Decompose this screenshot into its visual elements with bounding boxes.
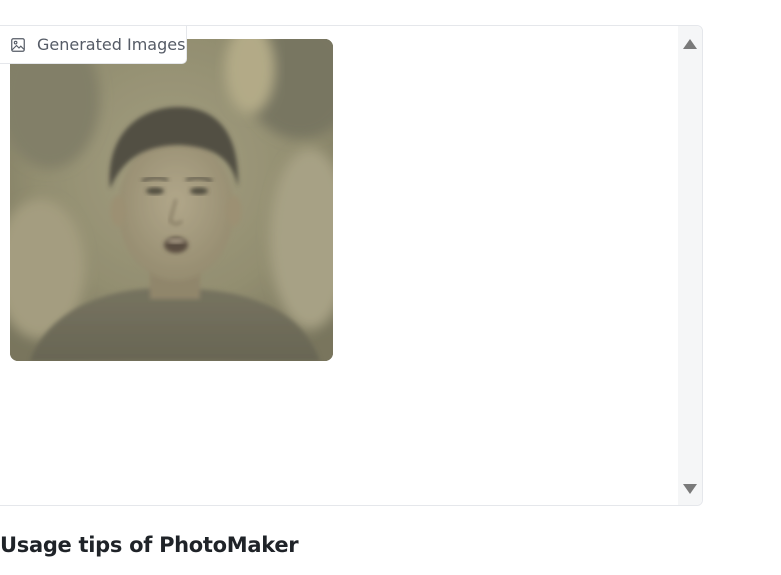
gallery-scrollbar[interactable] <box>678 26 702 505</box>
scroll-down-button[interactable] <box>682 483 698 495</box>
image-icon <box>11 37 25 52</box>
gallery-label: Generated Images <box>0 25 187 64</box>
triangle-up-icon <box>683 39 697 49</box>
triangle-down-icon <box>683 484 697 494</box>
generated-image-thumbnail[interactable] <box>10 39 333 361</box>
scroll-up-button[interactable] <box>682 38 698 50</box>
usage-tips-heading: Usage tips of PhotoMaker <box>0 533 299 557</box>
gallery-label-text: Generated Images <box>37 35 186 54</box>
generated-images-gallery: Generated Images <box>0 25 703 506</box>
